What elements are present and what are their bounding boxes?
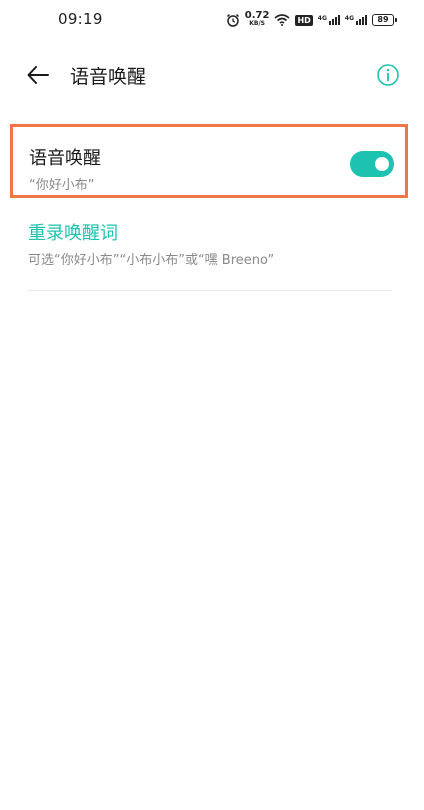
alarm-icon	[226, 13, 240, 27]
divider	[28, 290, 392, 291]
page-title: 语音唤醒	[70, 66, 147, 88]
status-icons: 0.72 KB/S HD 4G 4G 89	[226, 10, 397, 30]
info-button[interactable]	[376, 63, 400, 87]
status-time: 09:19	[58, 10, 103, 28]
voice-wake-subtitle: “你好小布”	[29, 178, 95, 193]
hd-badge: HD	[295, 14, 313, 26]
voice-wake-row[interactable]: 语音唤醒 “你好小布”	[10, 124, 408, 198]
rerecord-wake-word-row[interactable]: 重录唤醒词 可选“你好小布”“小布小布”或“嘿 Breeno”	[0, 215, 424, 275]
voice-wake-toggle[interactable]	[350, 151, 394, 177]
info-circle-icon	[377, 64, 399, 86]
back-button[interactable]	[26, 64, 50, 86]
network-speed: 0.72 KB/S	[244, 10, 270, 28]
toggle-knob	[375, 157, 389, 171]
rerecord-wake-word-title: 重录唤醒词	[28, 223, 118, 244]
status-bar: 09:19 0.72 KB/S HD 4G 4G 89	[0, 0, 424, 40]
arrow-left-icon	[27, 66, 49, 84]
wifi-icon	[274, 14, 290, 26]
signal-icon: 4G	[318, 15, 340, 25]
header: 语音唤醒	[0, 55, 424, 95]
voice-wake-title: 语音唤醒	[29, 148, 101, 169]
rerecord-wake-word-description: 可选“你好小布”“小布小布”或“嘿 Breeno”	[28, 253, 275, 268]
battery-icon: 89	[372, 14, 397, 26]
signal-icon-2: 4G	[345, 15, 367, 25]
